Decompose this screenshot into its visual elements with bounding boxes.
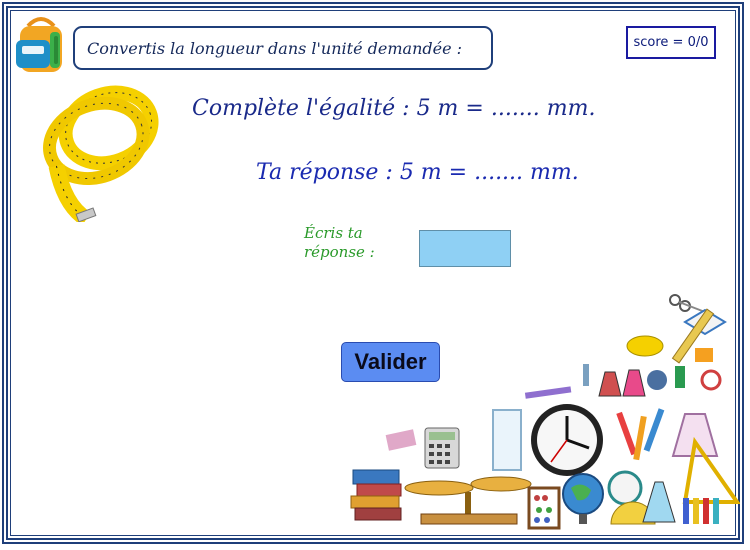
question-text: Complète l'égalité : 5 m = ....... mm.: [192, 96, 596, 121]
scissors-icon: [669, 294, 706, 313]
lab-items-icon: [583, 364, 722, 397]
answer-input[interactable]: [419, 230, 511, 267]
books-stack-icon: [350, 469, 402, 521]
answer-preview: Ta réponse : 5 m = ....... mm.: [256, 160, 579, 185]
instruction-box: Convertis la longueur dans l'unité deman…: [73, 26, 493, 70]
instruction-text: Convertis la longueur dans l'unité deman…: [87, 38, 463, 58]
answer-input-label: Écris ta réponse :: [304, 224, 404, 262]
backpack-icon: [16, 17, 62, 72]
score-text: score = 0/0: [633, 35, 709, 50]
balance-scale-icon: [404, 476, 532, 525]
score-display: score = 0/0: [626, 26, 716, 59]
answer-label-line2: réponse :: [304, 243, 375, 261]
globe-icon: [562, 473, 604, 524]
clock-icon: [531, 404, 603, 476]
answer-label-line1: Écris ta: [304, 224, 363, 242]
calculator-icon: [424, 427, 460, 469]
abacus-icon: [527, 486, 561, 530]
school-supplies-image: [350, 294, 740, 530]
tape-measure-image: [43, 85, 159, 222]
